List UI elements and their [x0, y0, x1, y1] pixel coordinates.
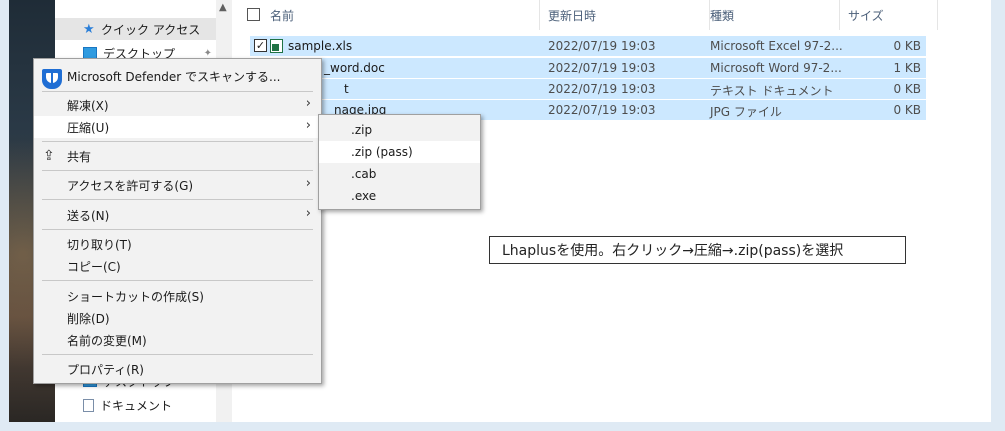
file-modified: 2022/07/19 19:03 — [548, 39, 656, 53]
menu-item-label: ショートカットの作成(S) — [67, 289, 204, 304]
file-list: 名前 更新日時 種類 サイズ ✓ sample.xls 2022/07/19 1… — [232, 0, 991, 422]
table-row[interactable]: _word.doc 2022/07/19 19:03 Microsoft Wor… — [250, 57, 926, 78]
menu-item-copy[interactable]: コピー(C) — [34, 255, 321, 277]
menu-item-delete[interactable]: 削除(D) — [34, 307, 321, 329]
menu-item-label: .zip (pass) — [351, 145, 413, 159]
defender-shield-icon — [42, 69, 62, 89]
file-type: Microsoft Word 97-2... — [710, 61, 842, 75]
column-header-size[interactable]: サイズ — [848, 0, 938, 30]
file-modified: 2022/07/19 19:03 — [548, 103, 656, 117]
share-icon: ⇪ — [43, 148, 55, 164]
table-row[interactable]: ✓ sample.xls 2022/07/19 19:03 Microsoft … — [250, 35, 926, 56]
nav-item-documents[interactable]: ドキュメント — [55, 394, 216, 416]
submenu-item-exe[interactable]: .exe — [319, 185, 480, 207]
menu-separator — [42, 354, 313, 355]
menu-item-label: .exe — [351, 189, 377, 203]
menu-separator — [42, 170, 313, 171]
file-name: t — [344, 82, 349, 96]
menu-item-extract[interactable]: 解凍(X) › — [34, 94, 321, 116]
file-type: JPG ファイル — [710, 105, 782, 119]
menu-item-properties[interactable]: プロパティ(R) — [34, 358, 321, 380]
menu-separator — [42, 280, 313, 281]
menu-item-label: .cab — [351, 167, 377, 181]
chevron-right-icon: › — [305, 206, 311, 221]
menu-item-share[interactable]: ⇪ 共有 — [34, 145, 321, 167]
menu-item-label: 解凍(X) — [67, 98, 109, 113]
menu-separator — [42, 199, 313, 200]
nav-item-label: クイック アクセス — [101, 22, 201, 37]
file-size: 0 KB — [893, 39, 921, 53]
menu-item-label: 圧縮(U) — [67, 120, 110, 135]
column-header-type[interactable]: 種類 — [710, 0, 840, 30]
file-size: 0 KB — [893, 103, 921, 117]
chevron-right-icon: › — [305, 96, 311, 111]
column-header-label: 名前 — [270, 8, 295, 23]
file-modified: 2022/07/19 19:03 — [548, 61, 656, 75]
menu-item-label: プロパティ(R) — [67, 362, 144, 377]
document-icon — [83, 398, 94, 412]
menu-item-label: アクセスを許可する(G) — [67, 178, 194, 193]
file-name: sample.xls — [288, 39, 353, 53]
column-header-label: 種類 — [710, 8, 735, 23]
menu-item-label: .zip — [351, 123, 373, 137]
nav-item-label: ドキュメント — [100, 398, 173, 413]
select-all-checkbox[interactable] — [247, 8, 260, 21]
menu-item-label: 送る(N) — [67, 208, 110, 223]
menu-item-create-shortcut[interactable]: ショートカットの作成(S) — [34, 285, 321, 307]
submenu-item-zip[interactable]: .zip — [319, 119, 480, 141]
table-row[interactable]: t 2022/07/19 19:03 テキスト ドキュメント 0 KB — [250, 78, 926, 99]
menu-item-defender-scan[interactable]: Microsoft Defender でスキャンする... — [34, 65, 321, 89]
menu-item-compress[interactable]: 圧縮(U) › — [34, 116, 321, 138]
menu-item-send-to[interactable]: 送る(N) › — [34, 204, 321, 226]
compress-submenu: .zip .zip (pass) .cab .exe — [318, 114, 481, 210]
menu-item-label: Microsoft Defender でスキャンする... — [67, 69, 281, 84]
pin-icon: ✦ — [203, 47, 212, 59]
row-checkbox[interactable]: ✓ — [254, 39, 267, 52]
file-modified: 2022/07/19 19:03 — [548, 82, 656, 96]
menu-item-label: コピー(C) — [67, 259, 121, 274]
menu-item-label: 切り取り(T) — [67, 237, 132, 252]
menu-item-grant-access[interactable]: アクセスを許可する(G) › — [34, 174, 321, 196]
menu-separator — [42, 91, 313, 92]
menu-item-rename[interactable]: 名前の変更(M) — [34, 329, 321, 351]
submenu-item-cab[interactable]: .cab — [319, 163, 480, 185]
menu-item-cut[interactable]: 切り取り(T) — [34, 233, 321, 255]
chevron-right-icon: › — [305, 176, 311, 191]
file-size: 1 KB — [893, 61, 921, 75]
column-header-label: 更新日時 — [548, 8, 597, 23]
menu-separator — [42, 229, 313, 230]
star-icon: ★ — [83, 21, 95, 37]
column-header-name[interactable]: 名前 — [270, 0, 540, 30]
file-type: Microsoft Excel 97-2... — [710, 39, 843, 53]
file-name: _word.doc — [324, 61, 385, 75]
column-header-label: サイズ — [848, 8, 884, 23]
file-size: 0 KB — [893, 82, 921, 96]
scroll-up-icon: ▲ — [219, 2, 227, 13]
menu-separator — [42, 141, 313, 142]
menu-item-label: 名前の変更(M) — [67, 333, 147, 348]
context-menu: Microsoft Defender でスキャンする... 解凍(X) › 圧縮… — [33, 58, 322, 384]
menu-item-label: 削除(D) — [67, 311, 110, 326]
chevron-right-icon: › — [305, 118, 311, 133]
annotation-note: Lhaplusを使用。右クリック→圧縮→.zip(pass)を選択 — [489, 236, 906, 264]
column-header-modified[interactable]: 更新日時 — [548, 0, 710, 30]
file-type: テキスト ドキュメント — [710, 84, 834, 98]
nav-item-quick-access[interactable]: ★ クイック アクセス — [55, 18, 216, 40]
excel-file-icon — [270, 39, 283, 53]
menu-item-label: 共有 — [67, 149, 92, 164]
submenu-item-zip-pass[interactable]: .zip (pass) — [319, 141, 480, 163]
